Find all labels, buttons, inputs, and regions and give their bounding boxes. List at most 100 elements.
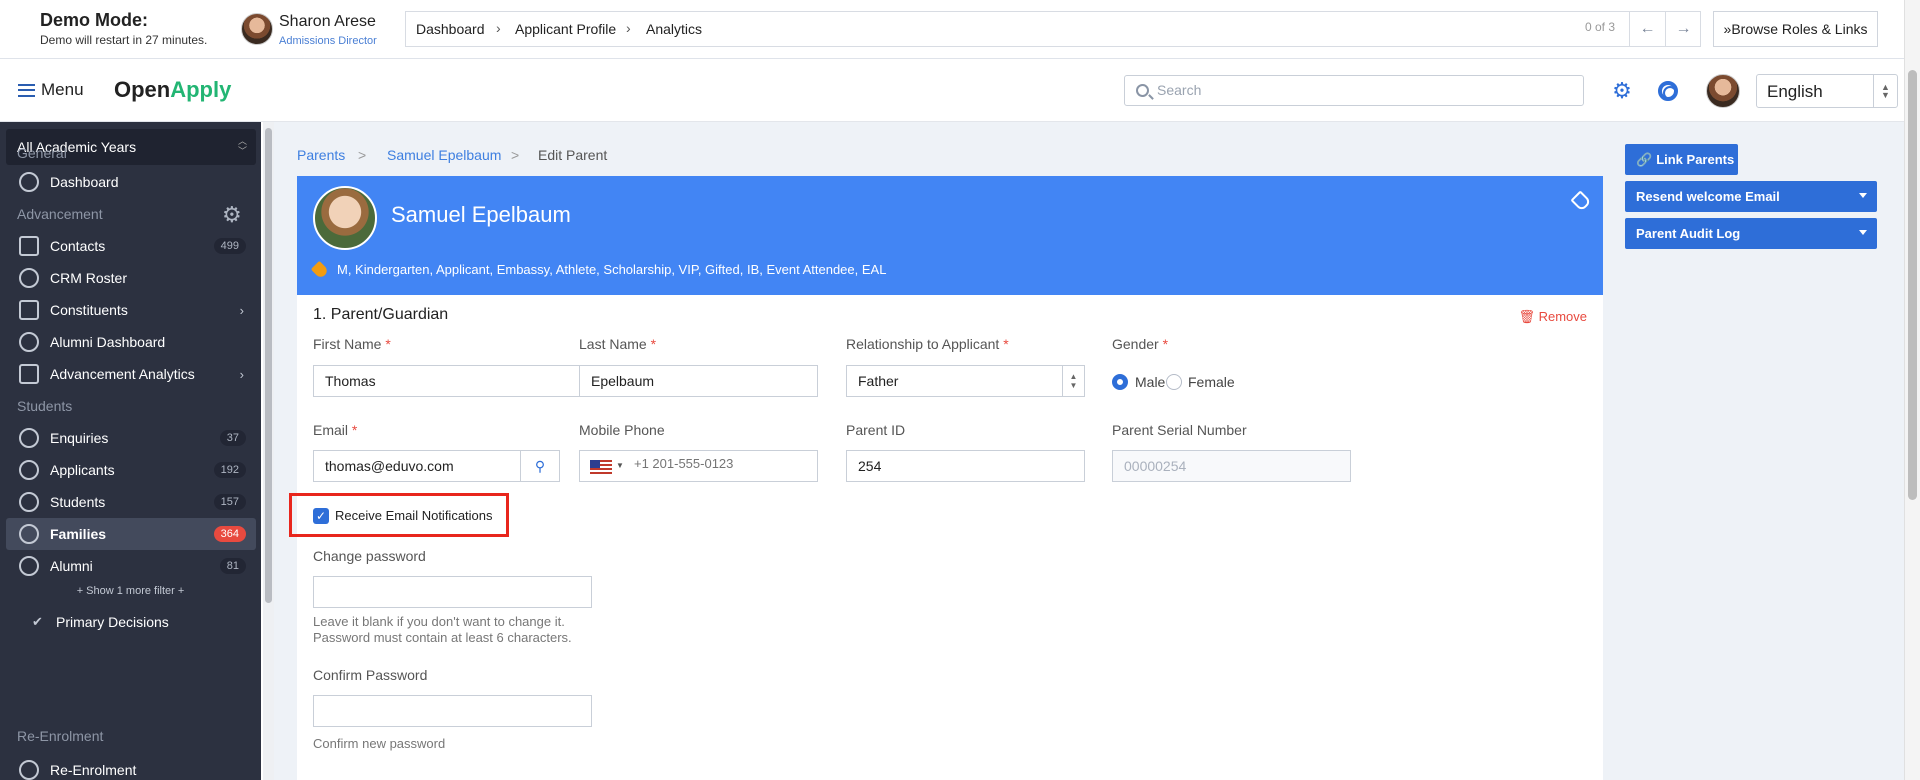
sidebar-item-alumni-dashboard[interactable]: Alumni Dashboard	[6, 326, 256, 358]
family-icon	[19, 524, 39, 544]
confirm-password-input[interactable]	[313, 695, 592, 727]
top-crumb-analytics[interactable]: Analytics	[646, 21, 702, 37]
user-name[interactable]: Sharon Arese	[279, 13, 376, 31]
mobile-input[interactable]	[634, 456, 804, 471]
remove-button[interactable]: 🗑 Remove	[1518, 309, 1587, 325]
parent-form-card: Samuel Epelbaum M, Kindergarten, Applica…	[289, 176, 1603, 780]
confirm-password-help: Confirm new password	[313, 736, 446, 751]
first-name-input[interactable]	[313, 365, 592, 397]
main-content: Parents > Samuel Epelbaum > Edit Parent …	[274, 122, 1904, 780]
hamburger-icon	[18, 83, 35, 97]
sidebar-item-families[interactable]: Families 364	[6, 518, 256, 550]
breadcrumb-parents[interactable]: Parents	[297, 147, 345, 163]
first-name-label: First Name *	[313, 336, 391, 352]
breadcrumb-samuel-epelbaum[interactable]: Samuel Epelbaum	[387, 147, 501, 163]
arrow-left-icon: ←	[1639, 20, 1656, 37]
page-scrollbar[interactable]	[1904, 0, 1920, 780]
relationship-select[interactable]: Father ▲ ▼	[846, 365, 1085, 397]
browse-roles-button[interactable]: » Browse Roles & Links	[1713, 11, 1878, 47]
gender-male-label: Male	[1135, 374, 1166, 390]
browse-roles-label: Browse Roles & Links	[1731, 21, 1868, 37]
top-crumb-dashboard[interactable]: Dashboard	[416, 21, 485, 37]
search-icon	[1136, 84, 1149, 97]
confirm-password-label: Confirm Password	[313, 667, 428, 683]
caret-down-icon: ▼	[616, 461, 624, 470]
openapply-logo[interactable]: OpenApply	[114, 77, 231, 103]
next-arrow-button[interactable]: →	[1665, 11, 1701, 47]
header-avatar[interactable]	[1706, 74, 1740, 108]
resend-welcome-email-button[interactable]: Resend welcome Email	[1625, 181, 1877, 212]
sidebar-item-dashboard[interactable]: Dashboard	[6, 166, 256, 198]
breadcrumb-edit-parent: Edit Parent	[538, 147, 608, 163]
email-lookup-button[interactable]: ⚲	[520, 450, 560, 482]
gender-female-radio[interactable]	[1166, 374, 1182, 390]
parent-id-label: Parent ID	[846, 422, 906, 438]
help-lifebuoy-icon[interactable]	[1658, 81, 1678, 101]
show-more-filter-link[interactable]: + Show 1 more filter +	[0, 585, 261, 597]
chevron-right-icon: ›	[626, 20, 631, 36]
applicant-name[interactable]: Samuel Epelbaum	[391, 202, 571, 228]
sidebar-item-students[interactable]: Students 157	[6, 486, 256, 518]
sidebar-item-alumni[interactable]: Alumni 81	[6, 550, 256, 582]
user-avatar[interactable]	[241, 13, 273, 45]
search-input[interactable]	[1157, 82, 1557, 98]
menu-button[interactable]: Menu	[18, 80, 84, 100]
sidebar-item-reenrolment[interactable]: Re-Enrolment	[6, 754, 256, 780]
sidebar-section-general: General	[17, 145, 67, 161]
gauge-icon	[19, 172, 39, 192]
analytics-chart-icon	[19, 364, 39, 384]
tag-icon[interactable]	[1570, 190, 1592, 212]
compass-icon	[19, 428, 39, 448]
key-icon: ⚲	[534, 457, 546, 474]
parent-audit-log-button[interactable]: Parent Audit Log	[1625, 218, 1877, 249]
sidebar: All Academic Years ︿ ﹀ General Dashboard …	[0, 122, 261, 780]
advancement-settings-gear-icon[interactable]: ⚙	[222, 202, 242, 228]
email-input[interactable]	[313, 450, 553, 482]
contacts-count: 499	[213, 238, 246, 254]
graduation-cap-icon	[19, 556, 39, 576]
check-icon: ✔	[32, 614, 43, 629]
user-search-icon	[19, 268, 39, 288]
mobile-label: Mobile Phone	[579, 422, 665, 438]
sidebar-item-constituents[interactable]: Constituents ›	[6, 294, 256, 326]
link-parents-button[interactable]: 🔗 Link Parents	[1625, 144, 1738, 175]
families-count: 364	[213, 526, 246, 542]
sidebar-item-advancement-analytics[interactable]: Advancement Analytics ›	[6, 358, 256, 390]
demo-bar: Demo Mode: Demo will restart in 27 minut…	[0, 0, 1920, 59]
select-caret-icon: ︿ ﹀	[237, 136, 247, 156]
sidebar-item-enquiries[interactable]: Enquiries 37	[6, 422, 256, 454]
enquiries-count: 37	[219, 430, 246, 446]
students-count: 157	[213, 494, 246, 510]
applicant-banner: Samuel Epelbaum M, Kindergarten, Applica…	[297, 176, 1603, 295]
change-password-input[interactable]	[313, 576, 592, 608]
crumb-count: 0 of 3	[1585, 20, 1616, 34]
gender-male-radio[interactable]	[1112, 374, 1128, 390]
sidebar-item-primary-decisions[interactable]: ✔ Primary Decisions	[6, 606, 256, 638]
language-select[interactable]: English ▲ ▼	[1756, 74, 1898, 108]
double-chevron-icon: »	[1723, 21, 1732, 37]
top-crumb-applicant-profile[interactable]: Applicant Profile	[515, 21, 616, 37]
applicant-photo[interactable]	[313, 186, 377, 250]
last-name-input[interactable]	[579, 365, 818, 397]
parent-id-input[interactable]	[846, 450, 1085, 482]
sidebar-scrollbar[interactable]	[263, 122, 274, 780]
user-role: Admissions Director	[279, 35, 377, 47]
page-scrollbar-thumb[interactable]	[1908, 70, 1917, 500]
section-title: 1. Parent/Guardian	[313, 306, 449, 323]
top-breadcrumb: Dashboard › Applicant Profile › Analytic…	[405, 11, 1701, 47]
sidebar-item-crm-roster[interactable]: CRM Roster	[6, 262, 256, 294]
sidebar-item-applicants[interactable]: Applicants 192	[6, 454, 256, 486]
constituents-book-icon	[19, 300, 39, 320]
mobile-field: ▼	[579, 450, 818, 482]
applicants-count: 192	[213, 462, 246, 478]
chevron-right-icon: ›	[496, 20, 501, 36]
sidebar-item-contacts[interactable]: Contacts 499	[6, 230, 256, 262]
chevron-right-icon: ›	[239, 366, 244, 382]
change-password-label: Change password	[313, 548, 426, 564]
users-group-icon	[19, 332, 39, 352]
gender-female-label: Female	[1188, 374, 1235, 390]
us-flag-icon[interactable]	[590, 460, 612, 474]
email-notifications-checkbox[interactable]: ✓	[313, 508, 329, 524]
settings-gear-icon[interactable]: ⚙	[1610, 79, 1634, 103]
prev-arrow-button[interactable]: ←	[1629, 11, 1665, 47]
